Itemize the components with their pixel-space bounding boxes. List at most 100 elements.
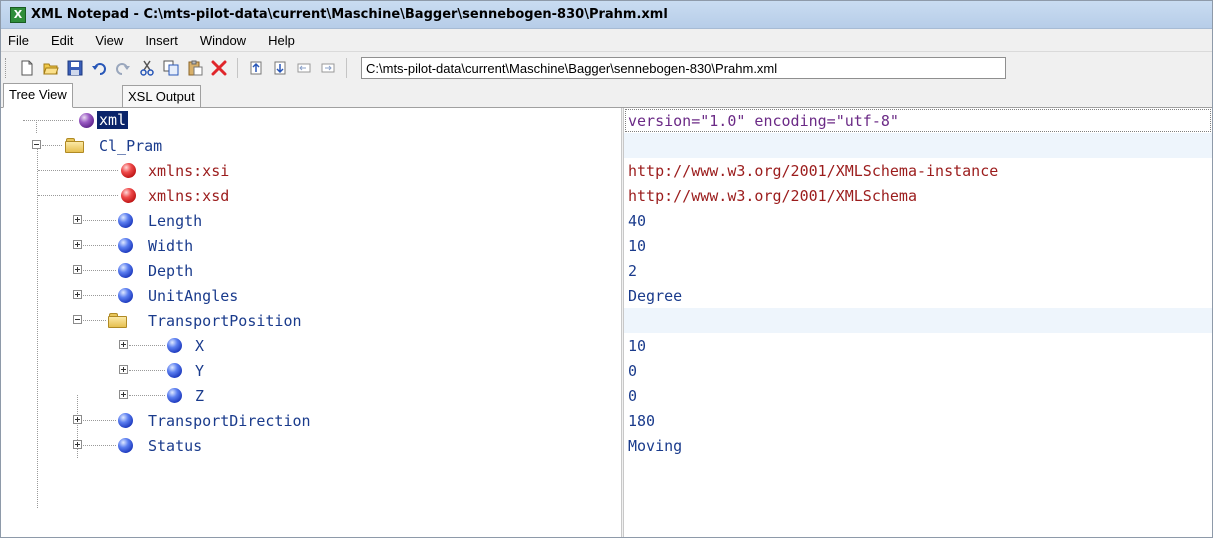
tree-node-label: xmlns:xsi bbox=[148, 162, 230, 180]
outdent-icon[interactable] bbox=[296, 60, 312, 76]
value-row-xml[interactable]: version="1.0" encoding="utf-8" bbox=[624, 108, 1212, 133]
tree-row-status[interactable]: Status bbox=[1, 433, 621, 458]
collapse-toggle-icon[interactable] bbox=[32, 140, 41, 149]
tree-row-xmlns-xsi[interactable]: xmlns:xsi bbox=[1, 158, 621, 183]
window-title: XML Notepad - C:\mts-pilot-data\current\… bbox=[31, 7, 668, 22]
file-path-input[interactable]: C:\mts-pilot-data\current\Maschine\Bagge… bbox=[361, 57, 1006, 79]
nudge-up-icon[interactable] bbox=[248, 60, 264, 76]
expand-toggle-icon[interactable] bbox=[119, 340, 128, 349]
menu-help[interactable]: Help bbox=[268, 33, 295, 48]
new-icon[interactable] bbox=[19, 60, 35, 76]
tab-tree-view[interactable]: Tree View bbox=[3, 83, 73, 108]
node-value: http://www.w3.org/2001/XMLSchema-instanc… bbox=[628, 162, 999, 180]
nudge-down-icon[interactable] bbox=[272, 60, 288, 76]
tree-row-unitangles[interactable]: UnitAngles bbox=[1, 283, 621, 308]
element-icon bbox=[118, 238, 133, 253]
expand-toggle-icon[interactable] bbox=[119, 365, 128, 374]
redo-icon[interactable] bbox=[115, 60, 131, 76]
processing-instruction-icon bbox=[79, 113, 94, 128]
tree-row-xml[interactable]: xml bbox=[1, 108, 621, 133]
collapse-toggle-icon[interactable] bbox=[73, 315, 82, 324]
tree-node-label: Cl_Pram bbox=[99, 137, 163, 155]
values-pane[interactable]: version="1.0" encoding="utf-8" http://ww… bbox=[624, 108, 1212, 537]
tree-line bbox=[38, 195, 118, 196]
value-row-status[interactable]: Moving bbox=[624, 433, 1212, 458]
tree-row-y[interactable]: Y bbox=[1, 358, 621, 383]
toolbar-separator bbox=[237, 58, 238, 78]
value-row-xmlns-xsd[interactable]: http://www.w3.org/2001/XMLSchema bbox=[624, 183, 1212, 208]
node-value: 10 bbox=[628, 237, 647, 255]
value-row-transportdirection[interactable]: 180 bbox=[624, 408, 1212, 433]
attribute-icon bbox=[121, 163, 136, 178]
xml-notepad-app-icon: X bbox=[10, 6, 26, 23]
expand-toggle-icon[interactable] bbox=[73, 265, 82, 274]
copy-icon[interactable] bbox=[163, 60, 179, 76]
menu-bar: File Edit View Insert Window Help bbox=[1, 29, 1212, 52]
value-row-cl-pram[interactable] bbox=[624, 133, 1212, 158]
element-icon bbox=[167, 388, 182, 403]
expand-toggle-icon[interactable] bbox=[73, 215, 82, 224]
expand-toggle-icon[interactable] bbox=[119, 390, 128, 399]
menu-edit[interactable]: Edit bbox=[51, 33, 73, 48]
menu-view[interactable]: View bbox=[95, 33, 123, 48]
tree-pane[interactable]: xml Cl_Pram xmlns:xsi xmlns:xsd Length W… bbox=[1, 108, 621, 537]
tree-row-width[interactable]: Width bbox=[1, 233, 621, 258]
node-value: version="1.0" encoding="utf-8" bbox=[628, 112, 899, 130]
tree-row-x[interactable]: X bbox=[1, 333, 621, 358]
delete-icon[interactable] bbox=[211, 60, 227, 76]
value-row-length[interactable]: 40 bbox=[624, 208, 1212, 233]
folder-open-icon bbox=[108, 313, 127, 328]
node-value: 40 bbox=[628, 212, 647, 230]
tree-node-label: Z bbox=[195, 387, 205, 405]
tree-row-transportdirection[interactable]: TransportDirection bbox=[1, 408, 621, 433]
element-icon bbox=[118, 213, 133, 228]
save-icon[interactable] bbox=[67, 60, 83, 76]
value-row-width[interactable]: 10 bbox=[624, 233, 1212, 258]
tree-row-depth[interactable]: Depth bbox=[1, 258, 621, 283]
tree-row-z[interactable]: Z bbox=[1, 383, 621, 408]
view-tabs: Tree View XSL Output bbox=[1, 83, 1212, 108]
attribute-icon bbox=[121, 188, 136, 203]
expand-toggle-icon[interactable] bbox=[73, 440, 82, 449]
indent-icon[interactable] bbox=[320, 60, 336, 76]
expand-toggle-icon[interactable] bbox=[73, 240, 82, 249]
tree-node-label: xml bbox=[97, 111, 129, 129]
tree-line bbox=[83, 220, 116, 221]
element-icon bbox=[167, 338, 182, 353]
value-row-x[interactable]: 10 bbox=[624, 333, 1212, 358]
tree-line bbox=[83, 245, 116, 246]
title-bar[interactable]: X XML Notepad - C:\mts-pilot-data\curren… bbox=[1, 1, 1212, 29]
menu-insert[interactable]: Insert bbox=[145, 33, 178, 48]
value-row-depth[interactable]: 2 bbox=[624, 258, 1212, 283]
node-value: 0 bbox=[628, 362, 638, 380]
expand-toggle-icon[interactable] bbox=[73, 415, 82, 424]
toolbar: C:\mts-pilot-data\current\Maschine\Bagge… bbox=[1, 52, 1212, 84]
tree-row-transportposition[interactable]: TransportPosition bbox=[1, 308, 621, 333]
menu-window[interactable]: Window bbox=[200, 33, 246, 48]
open-icon[interactable] bbox=[43, 60, 59, 76]
tree-row-xmlns-xsd[interactable]: xmlns:xsd bbox=[1, 183, 621, 208]
value-row-transportposition[interactable] bbox=[624, 308, 1212, 333]
node-value: Moving bbox=[628, 437, 683, 455]
cut-icon[interactable] bbox=[139, 60, 155, 76]
tree-row-cl-pram[interactable]: Cl_Pram bbox=[1, 133, 621, 158]
tree-node-label: X bbox=[195, 337, 205, 355]
tree-line bbox=[83, 320, 106, 321]
value-row-y[interactable]: 0 bbox=[624, 358, 1212, 383]
xml-notepad-window: X XML Notepad - C:\mts-pilot-data\curren… bbox=[0, 0, 1213, 538]
element-icon bbox=[118, 413, 133, 428]
value-row-unitangles[interactable]: Degree bbox=[624, 283, 1212, 308]
undo-icon[interactable] bbox=[91, 60, 107, 76]
tree-node-label: TransportDirection bbox=[148, 412, 311, 430]
value-row-xmlns-xsi[interactable]: http://www.w3.org/2001/XMLSchema-instanc… bbox=[624, 158, 1212, 183]
paste-icon[interactable] bbox=[187, 60, 203, 76]
tree-row-length[interactable]: Length bbox=[1, 208, 621, 233]
menu-file[interactable]: File bbox=[8, 33, 29, 48]
toolbar-grip[interactable] bbox=[5, 58, 9, 78]
value-row-z[interactable]: 0 bbox=[624, 383, 1212, 408]
tab-xsl-output[interactable]: XSL Output bbox=[122, 85, 201, 108]
tree-line bbox=[129, 345, 165, 346]
tree-node-label: Status bbox=[148, 437, 203, 455]
tree-line bbox=[83, 445, 116, 446]
expand-toggle-icon[interactable] bbox=[73, 290, 82, 299]
